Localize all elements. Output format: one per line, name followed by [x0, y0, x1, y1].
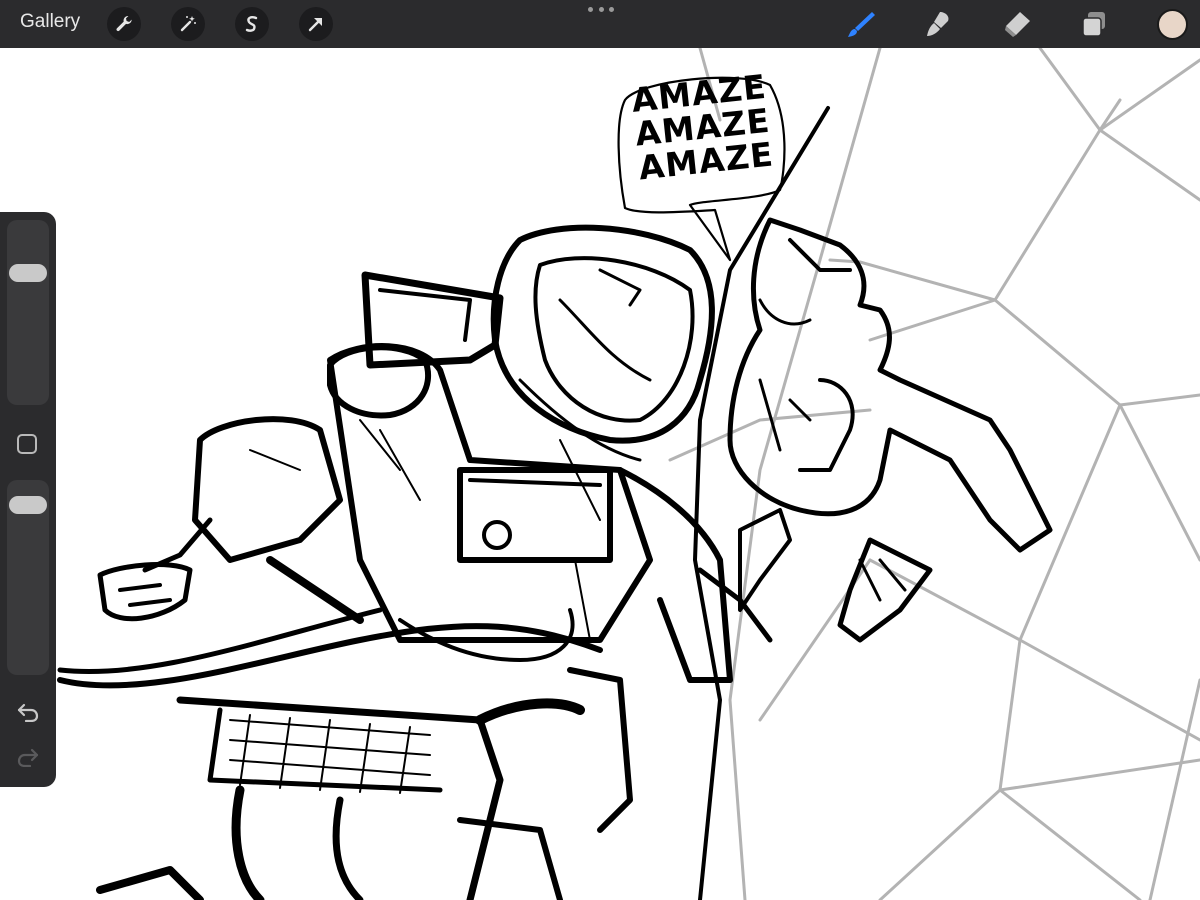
eraser-tool-button[interactable]: [1001, 8, 1033, 40]
brush-size-slider[interactable]: [7, 220, 49, 405]
speech-bubble-text: AMAZE AMAZE AMAZE: [630, 67, 776, 188]
wrench-icon: [116, 16, 132, 32]
brush-tool-button[interactable]: [845, 8, 877, 40]
dot: [609, 6, 614, 12]
top-toolbar: Gallery: [0, 0, 1200, 48]
left-sidebar: [0, 212, 56, 787]
layers-button[interactable]: [1078, 8, 1110, 40]
redo-icon: [17, 748, 39, 767]
color-swatch[interactable]: [1157, 9, 1188, 40]
gallery-button[interactable]: Gallery: [20, 11, 80, 33]
brush-icon: [848, 12, 875, 37]
dot: [588, 6, 593, 12]
brush-size-slider-thumb[interactable]: [9, 263, 47, 282]
modify-button[interactable]: [17, 434, 37, 454]
astronaut-sketch: [57, 106, 830, 900]
dot: [598, 6, 604, 12]
more-options-dots[interactable]: [588, 4, 614, 14]
eraser-icon: [1005, 12, 1030, 37]
smudge-icon: [927, 12, 949, 36]
opacity-slider[interactable]: [7, 480, 49, 675]
undo-button[interactable]: [14, 700, 42, 724]
smudge-tool-button[interactable]: [922, 8, 954, 40]
redo-button[interactable]: [14, 745, 42, 769]
drawing-canvas[interactable]: [0, 48, 1200, 900]
selection-s-icon: [245, 16, 258, 32]
layers-icon: [1082, 12, 1105, 37]
magic-wand-icon: [180, 16, 196, 32]
selection-button[interactable]: [235, 7, 269, 41]
transform-arrow-icon: [308, 18, 322, 32]
actions-button[interactable]: [107, 7, 141, 41]
transform-button[interactable]: [299, 7, 333, 41]
creature-sketch: [727, 217, 1053, 643]
adjustments-button[interactable]: [171, 7, 205, 41]
opacity-slider-thumb[interactable]: [9, 495, 47, 514]
undo-icon: [17, 703, 39, 722]
